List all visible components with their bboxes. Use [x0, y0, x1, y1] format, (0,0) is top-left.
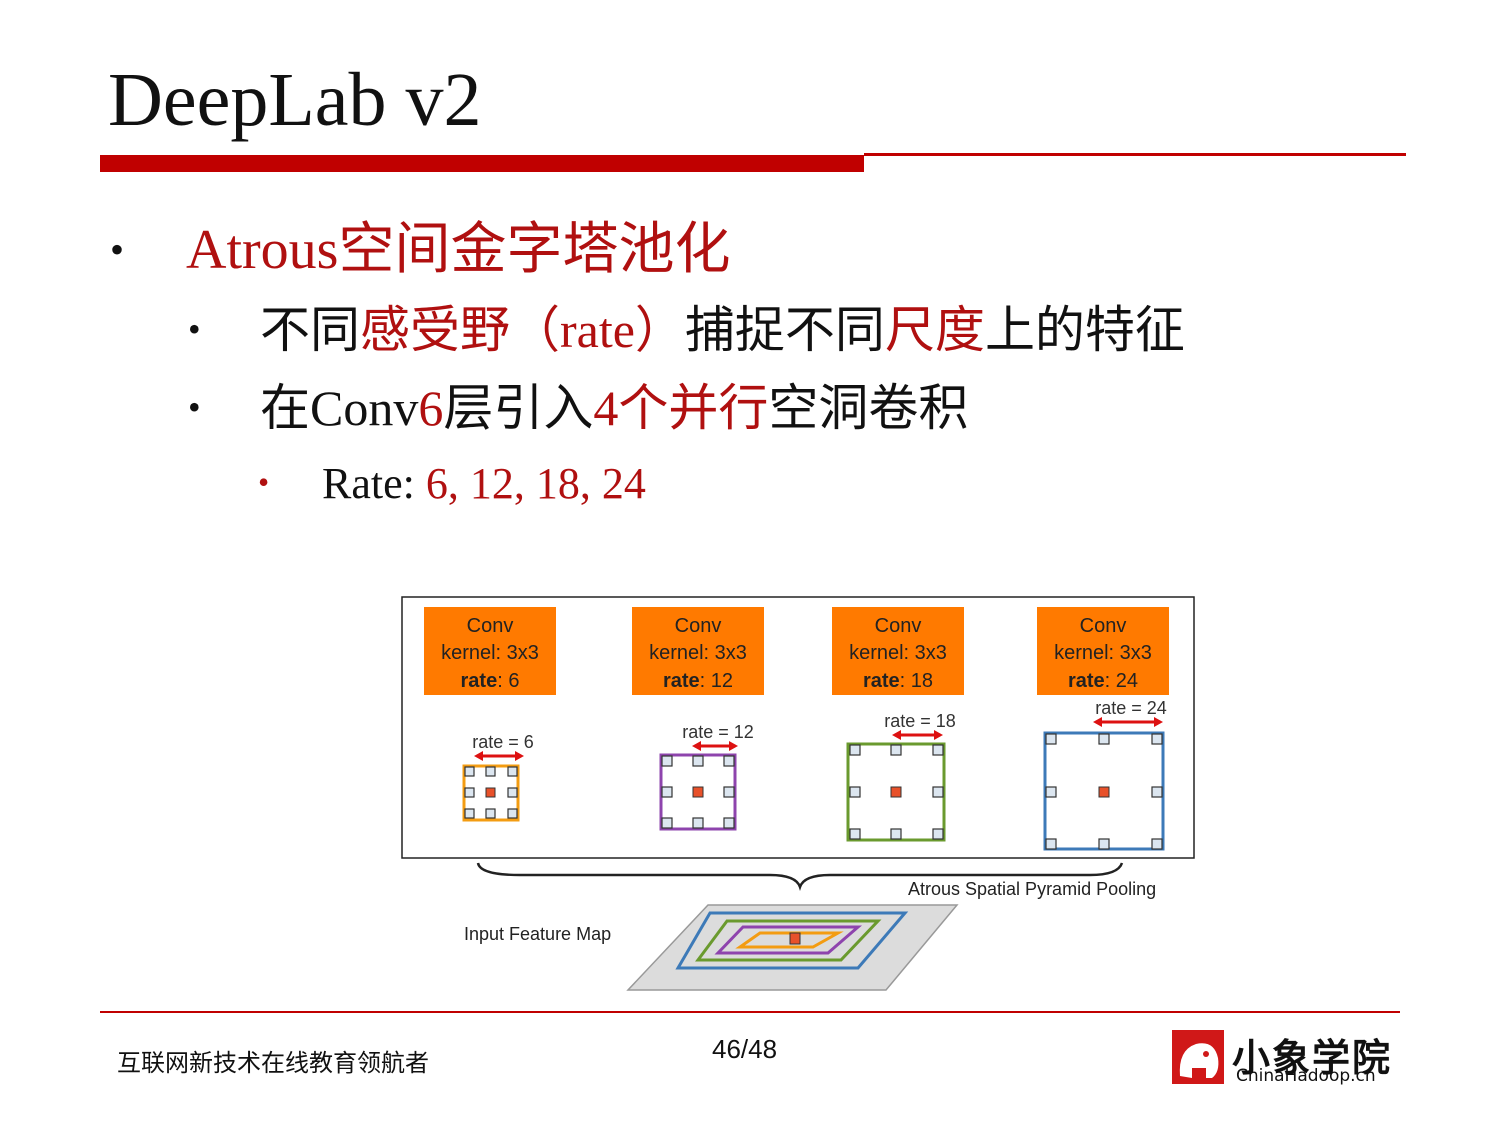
- kernel-label: kernel: 3x3: [649, 642, 747, 664]
- aspp-label: Atrous Spatial Pyramid Pooling: [908, 879, 1156, 899]
- fm-center: [789, 932, 801, 945]
- rate-value: : 24: [1105, 670, 1138, 692]
- conv-label: Conv: [875, 615, 922, 637]
- rate-label: rate: 24: [1068, 670, 1138, 692]
- arrow-label: rate = 12: [682, 722, 754, 742]
- rate-key: rate: [1068, 670, 1105, 692]
- bullet-text: Atrous空间金字塔池化: [186, 219, 731, 281]
- bullet-marker: •: [258, 464, 270, 500]
- center-point: [692, 786, 704, 798]
- text-part: 在Conv: [260, 380, 419, 436]
- conv-label: Conv: [467, 615, 514, 637]
- conv-label: Conv: [1080, 615, 1127, 637]
- bullet-text: Rate: 6, 12, 18, 24: [322, 462, 646, 506]
- logo-text-en: ChinaHadoop.cn: [1236, 1066, 1376, 1086]
- text-part: 不同: [260, 302, 360, 358]
- bullet-text: 在Conv6层引入4个并行空洞卷积: [260, 383, 968, 433]
- center-point: [890, 786, 902, 798]
- bullet-marker: •: [188, 309, 201, 349]
- rate-value: : 6: [497, 670, 519, 692]
- kernel-label: kernel: 3x3: [849, 642, 947, 664]
- center-point: [1098, 786, 1110, 798]
- text-part: Rate:: [322, 459, 426, 508]
- aspp-diagram: Conv kernel: 3x3 rate: 6 rate = 6 Conv k…: [401, 596, 1195, 991]
- text-part-highlight: 4个并行: [593, 380, 769, 436]
- kernel-label: kernel: 3x3: [1054, 642, 1152, 664]
- kernel-label: kernel: 3x3: [441, 642, 539, 664]
- text-part: 空洞卷积: [768, 380, 969, 436]
- title-underline-thin: [864, 153, 1406, 156]
- arrow-label: rate = 18: [884, 711, 956, 731]
- rate-key: rate: [461, 670, 498, 692]
- slide-title: DeepLab v2: [108, 58, 482, 142]
- footer-rule: [100, 1011, 1400, 1013]
- rate-label: rate: 6: [461, 670, 520, 692]
- page-number: 46/48: [712, 1034, 778, 1064]
- text-part-highlight: 感受野（rate）: [360, 302, 685, 358]
- text-part-highlight: 6: [418, 380, 444, 436]
- rate-label: rate: 18: [863, 670, 933, 692]
- arrow-label: rate = 24: [1095, 698, 1167, 718]
- text-part: 层引入: [443, 380, 594, 436]
- rate-value: : 18: [900, 670, 933, 692]
- input-label: Input Feature Map: [464, 924, 611, 944]
- bullet-marker: •: [110, 227, 125, 272]
- rate-key: rate: [663, 670, 700, 692]
- text-part: 上的特征: [984, 302, 1185, 358]
- footer-tagline: 互联网新技术在线教育领航者: [117, 1051, 429, 1077]
- rate-label: rate: 12: [663, 670, 733, 692]
- text-part-highlight: 尺度: [884, 302, 985, 358]
- center-point: [485, 787, 496, 798]
- rate-key: rate: [863, 670, 900, 692]
- conv-label: Conv: [675, 615, 722, 637]
- rate-value: : 12: [700, 670, 733, 692]
- bullet-text: 不同感受野（rate）捕捉不同尺度上的特征: [260, 305, 1185, 355]
- arrow-label: rate = 6: [472, 732, 534, 752]
- title-underline-thick: [100, 155, 864, 172]
- text-part: 捕捉不同: [684, 302, 885, 358]
- text-part-highlight: 6, 12, 18, 24: [425, 459, 646, 508]
- bullet-marker: •: [188, 387, 201, 427]
